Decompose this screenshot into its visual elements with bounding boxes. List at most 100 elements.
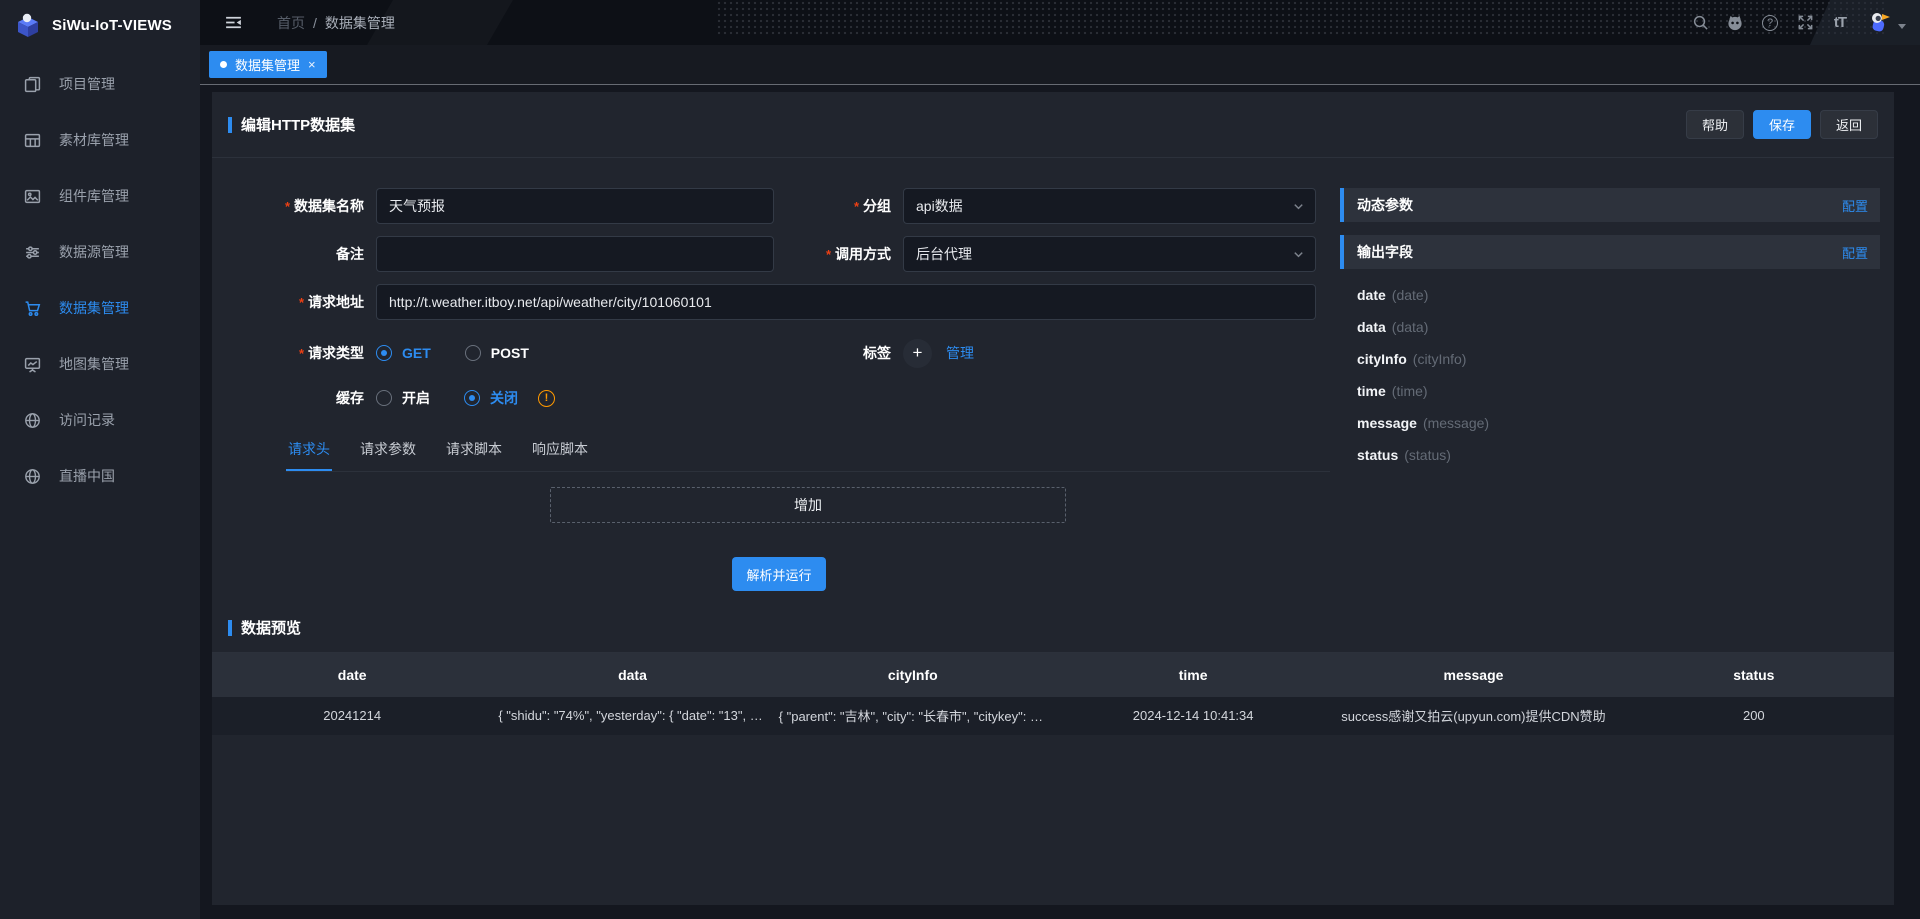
github-icon[interactable] — [1726, 14, 1744, 32]
dataset-cart-icon — [24, 300, 41, 317]
editor-body: *数据集名称 *分组 api数据 备注 *调用方式 — [212, 158, 1894, 591]
page-tabbar: 数据集管理 × — [200, 45, 1920, 85]
save-button[interactable]: 保存 — [1753, 110, 1811, 139]
parse-and-run-button[interactable]: 解析并运行 — [732, 557, 825, 591]
header-actions: 帮助 保存 返回 — [1686, 110, 1878, 139]
chevron-down-icon — [1292, 248, 1305, 261]
material-library-icon — [24, 132, 41, 149]
sidebar-item-project[interactable]: 项目管理 — [0, 64, 200, 104]
field-alias: (date) — [1392, 287, 1429, 303]
field-name: date — [1357, 287, 1386, 303]
remark-label: 备注 — [228, 244, 364, 264]
cache-off-label: 关闭 — [490, 388, 518, 408]
manage-tags-link[interactable]: 管理 — [946, 343, 974, 363]
dynamic-params-header: 动态参数 配置 — [1340, 188, 1880, 222]
cell-time: 2024-12-14 10:41:34 — [1053, 697, 1333, 735]
field-alias: (data) — [1392, 319, 1429, 335]
field-alias: (message) — [1423, 415, 1489, 431]
field-name: cityInfo — [1357, 351, 1407, 367]
tab-label: 数据集管理 — [235, 55, 300, 74]
breadcrumb-home[interactable]: 首页 — [277, 13, 305, 33]
field-name: time — [1357, 383, 1386, 399]
radio-post-label: POST — [491, 345, 529, 361]
sidebar-item-dataset[interactable]: 数据集管理 — [0, 288, 200, 328]
dataset-name-label: *数据集名称 — [228, 196, 364, 216]
dynamic-params-title: 动态参数 — [1357, 195, 1413, 215]
sidebar-item-material[interactable]: 素材库管理 — [0, 120, 200, 160]
configure-output-fields-link[interactable]: 配置 — [1842, 243, 1868, 262]
required-star: * — [854, 199, 859, 214]
data-preview-table: date data cityInfo time message status 2… — [212, 652, 1894, 735]
sidebar-item-datasource[interactable]: 数据源管理 — [0, 232, 200, 272]
table-row: 20241214 { "shidu": "74%", "yesterday": … — [212, 697, 1894, 735]
request-url-input[interactable] — [376, 284, 1316, 320]
col-header-message: message — [1333, 653, 1613, 697]
sidebar-item-label: 地图集管理 — [59, 354, 129, 374]
map-library-icon — [24, 356, 41, 373]
radio-get[interactable]: GET — [376, 345, 431, 361]
radio-post[interactable]: POST — [465, 345, 529, 361]
output-field-item: time (time) — [1357, 375, 1880, 407]
cache-warning-icon: ! — [538, 390, 555, 407]
tab-request-script[interactable]: 请求脚本 — [444, 431, 504, 471]
panel-accent-bar — [1340, 235, 1344, 269]
field-alias: (time) — [1392, 383, 1428, 399]
help-icon[interactable]: ? — [1761, 14, 1779, 32]
data-preview-title: 数据预览 — [241, 617, 301, 638]
add-tag-button[interactable]: + — [903, 339, 932, 368]
sidebar-collapse-icon[interactable] — [224, 13, 243, 32]
close-icon[interactable]: × — [308, 58, 316, 71]
field-name: message — [1357, 415, 1417, 431]
request-tabs: 请求头 请求参数 请求脚本 响应脚本 增加 — [286, 431, 1330, 523]
group-select[interactable]: api数据 — [903, 188, 1316, 224]
user-avatar[interactable] — [1866, 10, 1906, 36]
cache-label: 缓存 — [228, 388, 364, 408]
back-button[interactable]: 返回 — [1820, 110, 1878, 139]
group-label: *分组 — [774, 196, 891, 216]
sidebar-item-live-china[interactable]: 直播中国 — [0, 456, 200, 496]
tab-response-script[interactable]: 响应脚本 — [530, 431, 590, 471]
radio-cache-on[interactable]: 开启 — [376, 388, 430, 408]
sidebar-item-mapset[interactable]: 地图集管理 — [0, 344, 200, 384]
form-row-cache: 缓存 开启 关闭 ! — [228, 383, 1330, 413]
required-star: * — [299, 295, 304, 310]
tab-request-headers[interactable]: 请求头 — [286, 431, 332, 471]
add-header-button[interactable]: 增加 — [550, 487, 1066, 523]
breadcrumb: 首页 / 数据集管理 — [277, 13, 395, 33]
field-alias: (cityInfo) — [1413, 351, 1467, 367]
sidebar-menu: 项目管理 素材库管理 组件库管理 数据源管理 数据集管理 地图集管理 — [0, 64, 200, 512]
field-name: data — [1357, 319, 1386, 335]
radio-cache-off[interactable]: 关闭 — [464, 388, 518, 408]
component-library-icon — [24, 188, 41, 205]
title-accent-bar — [228, 620, 232, 636]
dataset-name-input[interactable] — [376, 188, 774, 224]
editor-title-wrap: 编辑HTTP数据集 — [228, 114, 355, 135]
fullscreen-icon[interactable] — [1796, 14, 1814, 32]
sidebar-item-component[interactable]: 组件库管理 — [0, 176, 200, 216]
main-column: 首页 / 数据集管理 ? tT — [200, 0, 1920, 919]
radio-circle — [465, 345, 481, 361]
col-header-cityinfo: cityInfo — [773, 653, 1053, 697]
sidebar-item-label: 组件库管理 — [59, 186, 129, 206]
field-name: status — [1357, 447, 1398, 463]
remark-input[interactable] — [376, 236, 774, 272]
help-button[interactable]: 帮助 — [1686, 110, 1744, 139]
configure-dynamic-params-link[interactable]: 配置 — [1842, 196, 1868, 215]
chevron-down-icon — [1292, 200, 1305, 213]
title-accent-bar — [228, 117, 232, 133]
invoke-mode-select[interactable]: 后台代理 — [903, 236, 1316, 272]
col-header-date: date — [212, 653, 492, 697]
tab-dataset-management[interactable]: 数据集管理 × — [209, 51, 327, 78]
active-tab-dot — [220, 61, 227, 68]
breadcrumb-separator: / — [313, 15, 317, 31]
cache-on-label: 开启 — [402, 388, 430, 408]
app-logo-icon — [14, 11, 42, 39]
form-row-request-type: *请求类型 GET POST — [228, 338, 1330, 368]
cell-date: 20241214 — [212, 697, 492, 735]
tab-request-params[interactable]: 请求参数 — [358, 431, 418, 471]
font-size-icon[interactable]: tT — [1831, 14, 1849, 32]
request-type-radios: GET POST — [376, 345, 774, 361]
sidebar-item-access-log[interactable]: 访问记录 — [0, 400, 200, 440]
search-icon[interactable] — [1691, 14, 1709, 32]
cell-status: 200 — [1614, 697, 1894, 735]
